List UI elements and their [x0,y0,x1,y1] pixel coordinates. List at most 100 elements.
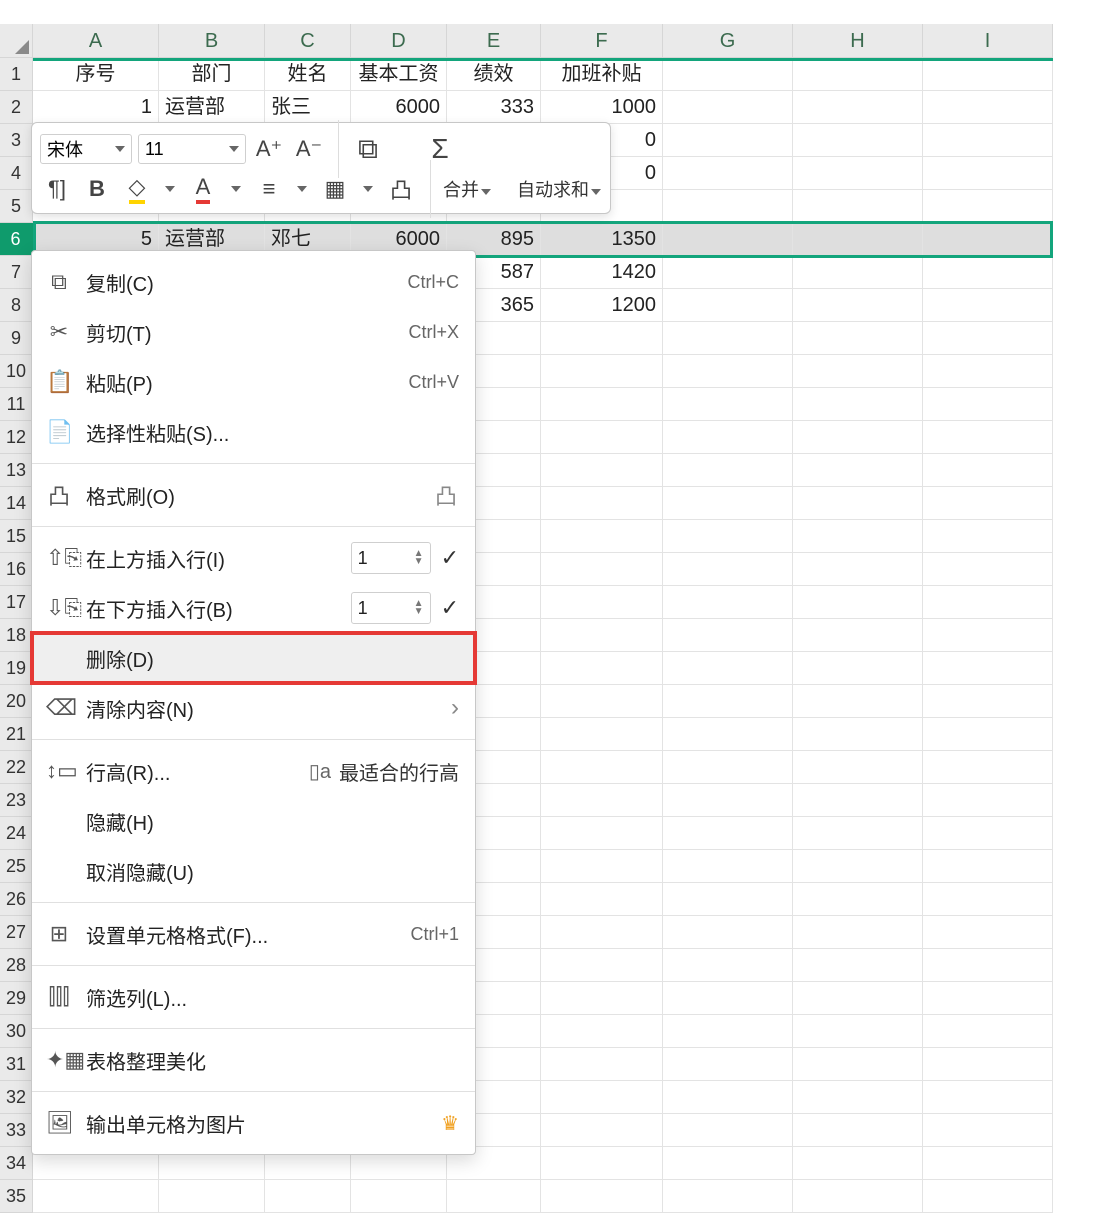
cell[interactable]: 序号 [33,58,159,91]
cell[interactable] [923,850,1053,883]
ctx-beautify[interactable]: ✦▦ 表格整理美化 [32,1035,475,1085]
cell[interactable] [923,124,1053,157]
row-header-31[interactable]: 31 [0,1048,33,1081]
cell[interactable] [793,355,923,388]
cell[interactable]: 基本工资 [351,58,447,91]
row-header-1[interactable]: 1 [0,58,33,91]
cell[interactable] [793,190,923,223]
row-header-23[interactable]: 23 [0,784,33,817]
cell[interactable] [447,1180,541,1213]
cell[interactable] [923,388,1053,421]
row-header-2[interactable]: 2 [0,91,33,124]
cell[interactable] [541,850,663,883]
cell[interactable] [663,289,793,322]
cell[interactable] [663,322,793,355]
cell[interactable] [663,751,793,784]
cell[interactable] [923,1180,1053,1213]
cell[interactable] [923,454,1053,487]
cell[interactable] [923,520,1053,553]
cell[interactable] [793,1147,923,1180]
column-header-C[interactable]: C [265,24,351,58]
cell[interactable] [541,1048,663,1081]
cell[interactable] [663,949,793,982]
cell[interactable] [663,586,793,619]
font-size-select[interactable]: 11 [138,134,246,164]
cell[interactable] [663,58,793,91]
cell[interactable]: 1350 [541,223,663,256]
cell[interactable] [793,91,923,124]
cell[interactable] [793,388,923,421]
cell[interactable] [923,1081,1053,1114]
row-header-6[interactable]: 6 [0,223,33,256]
cell[interactable] [793,751,923,784]
cell[interactable]: 6000 [351,91,447,124]
ctx-paste-special[interactable]: 📄 选择性粘贴(S)... [32,407,475,457]
cell[interactable] [793,553,923,586]
cell[interactable] [663,190,793,223]
cell[interactable] [793,916,923,949]
ctx-cut[interactable]: ✂ 剪切(T) Ctrl+X [32,307,475,357]
cell[interactable]: 姓名 [265,58,351,91]
cell[interactable] [793,883,923,916]
row-header-34[interactable]: 34 [0,1147,33,1180]
cell[interactable]: 1200 [541,289,663,322]
cell[interactable] [541,421,663,454]
align-icon[interactable]: ≡ [252,174,286,204]
cell[interactable] [541,916,663,949]
cell[interactable] [541,1147,663,1180]
cell[interactable] [793,949,923,982]
ctx-best-fit-height[interactable]: ▯a 最适合的行高 [309,757,459,786]
column-header-F[interactable]: F [541,24,663,58]
cell[interactable] [541,685,663,718]
ctx-format-painter[interactable]: 凸 格式刷(O) 凸 [32,470,475,520]
row-header-15[interactable]: 15 [0,520,33,553]
merge-label[interactable]: 合并 [443,176,491,202]
cell[interactable] [793,619,923,652]
ctx-export-image[interactable]: 🖼 输出单元格为图片 ♛ [32,1098,475,1148]
borders-icon[interactable]: ▦ [318,174,352,204]
row-header-25[interactable]: 25 [0,850,33,883]
cell[interactable] [923,982,1053,1015]
cell[interactable] [793,1180,923,1213]
cell[interactable] [923,751,1053,784]
row-header-13[interactable]: 13 [0,454,33,487]
cell[interactable] [663,685,793,718]
row-header-26[interactable]: 26 [0,883,33,916]
cell[interactable] [923,157,1053,190]
cell[interactable] [663,652,793,685]
ctx-filter-column[interactable]: ⫿⫿⫿ 筛选列(L)... [32,972,475,1022]
cell[interactable] [793,982,923,1015]
font-name-select[interactable]: 宋体 [40,134,132,164]
increase-font-icon[interactable]: A⁺ [252,134,286,164]
cell[interactable] [541,949,663,982]
cell[interactable] [923,916,1053,949]
cell[interactable] [923,91,1053,124]
merge-cells-icon[interactable]: ⧉ [351,134,385,164]
cell[interactable] [923,619,1053,652]
cell[interactable] [541,322,663,355]
cell[interactable] [923,817,1053,850]
column-header-A[interactable]: A [33,24,159,58]
cell[interactable] [663,553,793,586]
cell[interactable] [541,1081,663,1114]
column-header-H[interactable]: H [793,24,923,58]
cell[interactable] [923,58,1053,91]
cell[interactable] [923,652,1053,685]
row-header-29[interactable]: 29 [0,982,33,1015]
cell[interactable] [793,1015,923,1048]
cell[interactable] [663,883,793,916]
column-header-G[interactable]: G [663,24,793,58]
cell[interactable] [541,619,663,652]
cell[interactable] [923,355,1053,388]
ctx-delete[interactable]: 删除(D) [32,633,475,683]
row-header-22[interactable]: 22 [0,751,33,784]
cell[interactable] [923,1015,1053,1048]
ctx-insert-below[interactable]: ⇩⎘ 在下方插入行(B) 1▲▼ ✓ [32,583,475,633]
font-color-dropdown-icon[interactable] [226,174,246,204]
cell[interactable] [663,355,793,388]
row-header-28[interactable]: 28 [0,949,33,982]
cell[interactable] [541,718,663,751]
cell[interactable]: 部门 [159,58,265,91]
cell[interactable] [793,289,923,322]
cell[interactable] [541,982,663,1015]
